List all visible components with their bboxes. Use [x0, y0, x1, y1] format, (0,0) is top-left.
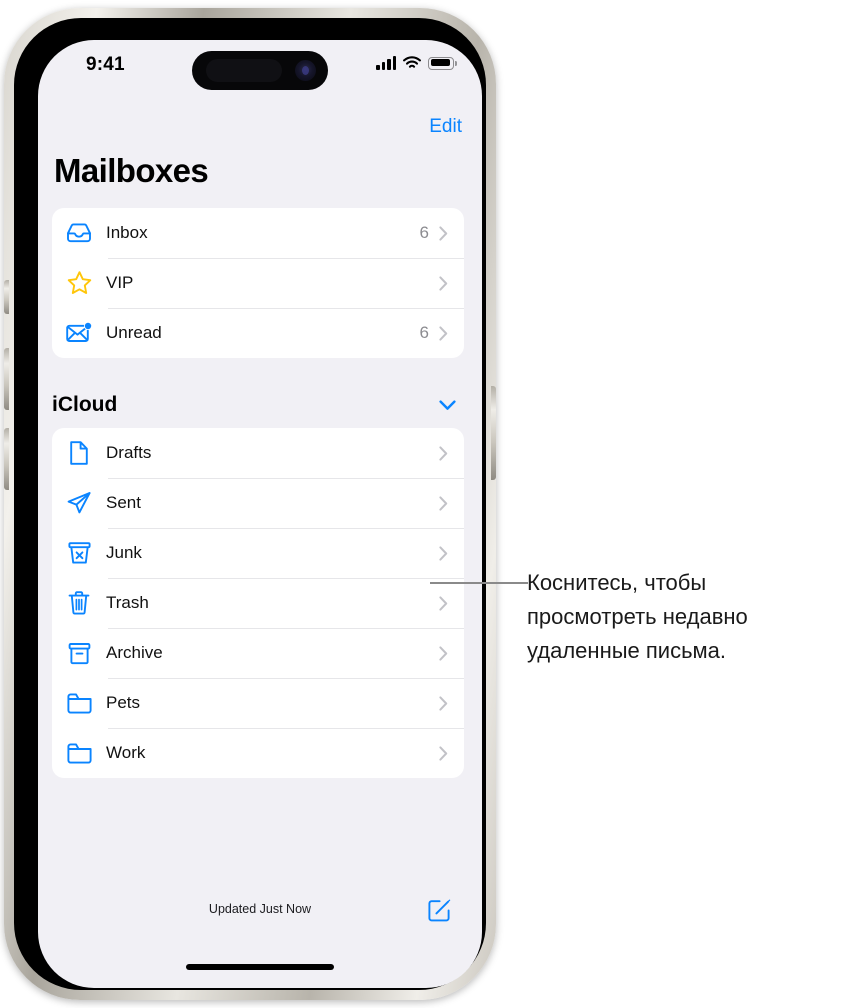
mailbox-label: Sent: [106, 493, 141, 512]
status-icons-group: [376, 56, 457, 70]
mailbox-label: VIP: [106, 273, 134, 292]
mailbox-count: 6: [419, 223, 429, 242]
battery-full-icon: [428, 56, 457, 70]
paper-plane-icon: [52, 490, 106, 516]
primary-mailboxes-list: Inbox 6 VIP Unread 6: [52, 208, 464, 358]
mailbox-row-unread[interactable]: Unread 6: [52, 308, 464, 358]
mailbox-label: Archive: [106, 643, 163, 662]
silent-switch-button[interactable]: [4, 280, 9, 314]
power-button[interactable]: [491, 386, 496, 480]
mailbox-row-pets[interactable]: Pets: [52, 678, 464, 728]
front-camera-icon: [295, 60, 316, 81]
mailbox-label: Trash: [106, 593, 149, 612]
volume-up-button[interactable]: [4, 348, 9, 410]
icloud-mailboxes-list: Drafts Sent Junk Trash Archive Pets Work: [52, 428, 464, 778]
mailbox-row-work[interactable]: Work: [52, 728, 464, 778]
mailbox-row-vip[interactable]: VIP: [52, 258, 464, 308]
mailbox-row-junk[interactable]: Junk: [52, 528, 464, 578]
mailbox-row-trash[interactable]: Trash: [52, 578, 464, 628]
section-title: iCloud: [52, 393, 118, 416]
callout-text: Коснитесь, чтобы просмотреть недавно уда…: [527, 570, 748, 663]
home-indicator[interactable]: [186, 964, 334, 970]
chevron-right-icon: [439, 645, 448, 661]
mailbox-row-sent[interactable]: Sent: [52, 478, 464, 528]
inbox-tray-icon: [52, 221, 106, 245]
mailbox-count: 6: [419, 323, 429, 342]
phone-bezel: 9:41 Edit Mailboxes Inbox 6 VIP Unread 6…: [14, 18, 486, 990]
chevron-right-icon: [439, 745, 448, 761]
folder-icon: [52, 692, 106, 715]
chevron-down-icon[interactable]: [439, 399, 456, 411]
archive-box-icon: [52, 641, 106, 666]
volume-down-button[interactable]: [4, 428, 9, 490]
mailbox-label: Junk: [106, 543, 142, 562]
mailbox-label: Work: [106, 743, 146, 762]
mailbox-label: Inbox: [106, 223, 148, 242]
page-title: Mailboxes: [54, 152, 209, 189]
chevron-right-icon: [439, 275, 448, 291]
dynamic-island: [192, 51, 328, 90]
updated-status-label: Updated Just Now: [208, 902, 312, 916]
chevron-right-icon: [439, 445, 448, 461]
chevron-right-icon: [439, 225, 448, 241]
bottom-toolbar: Updated Just Now: [38, 898, 482, 930]
compose-pencil-square-icon[interactable]: [427, 898, 452, 928]
phone-screen: 9:41 Edit Mailboxes Inbox 6 VIP Unread 6…: [38, 40, 482, 988]
folder-icon: [52, 742, 106, 765]
chevron-right-icon: [439, 325, 448, 341]
envelope-badge-icon: [52, 321, 106, 345]
chevron-right-icon: [439, 595, 448, 611]
mailbox-label: Pets: [106, 693, 141, 712]
mailbox-row-drafts[interactable]: Drafts: [52, 428, 464, 478]
mailbox-label: Unread: [106, 323, 162, 342]
mailbox-row-archive[interactable]: Archive: [52, 628, 464, 678]
cellular-bars-icon: [376, 56, 396, 70]
status-time: 9:41: [86, 54, 125, 75]
mailbox-label: Drafts: [106, 443, 152, 462]
document-icon: [52, 440, 106, 466]
earpiece-speaker: [206, 59, 282, 82]
icloud-section-header: iCloud: [52, 390, 464, 420]
mailbox-row-inbox[interactable]: Inbox 6: [52, 208, 464, 258]
edit-button[interactable]: Edit: [429, 116, 462, 138]
chevron-right-icon: [439, 495, 448, 511]
phone-frame: 9:41 Edit Mailboxes Inbox 6 VIP Unread 6…: [4, 8, 496, 1000]
status-bar: 9:41: [38, 40, 482, 96]
wifi-icon: [403, 56, 421, 70]
callout-leader-line: [430, 582, 528, 584]
chevron-right-icon: [439, 695, 448, 711]
star-icon: [52, 270, 106, 296]
junk-bin-x-icon: [52, 540, 106, 566]
chevron-right-icon: [439, 545, 448, 561]
trash-can-icon: [52, 590, 106, 616]
